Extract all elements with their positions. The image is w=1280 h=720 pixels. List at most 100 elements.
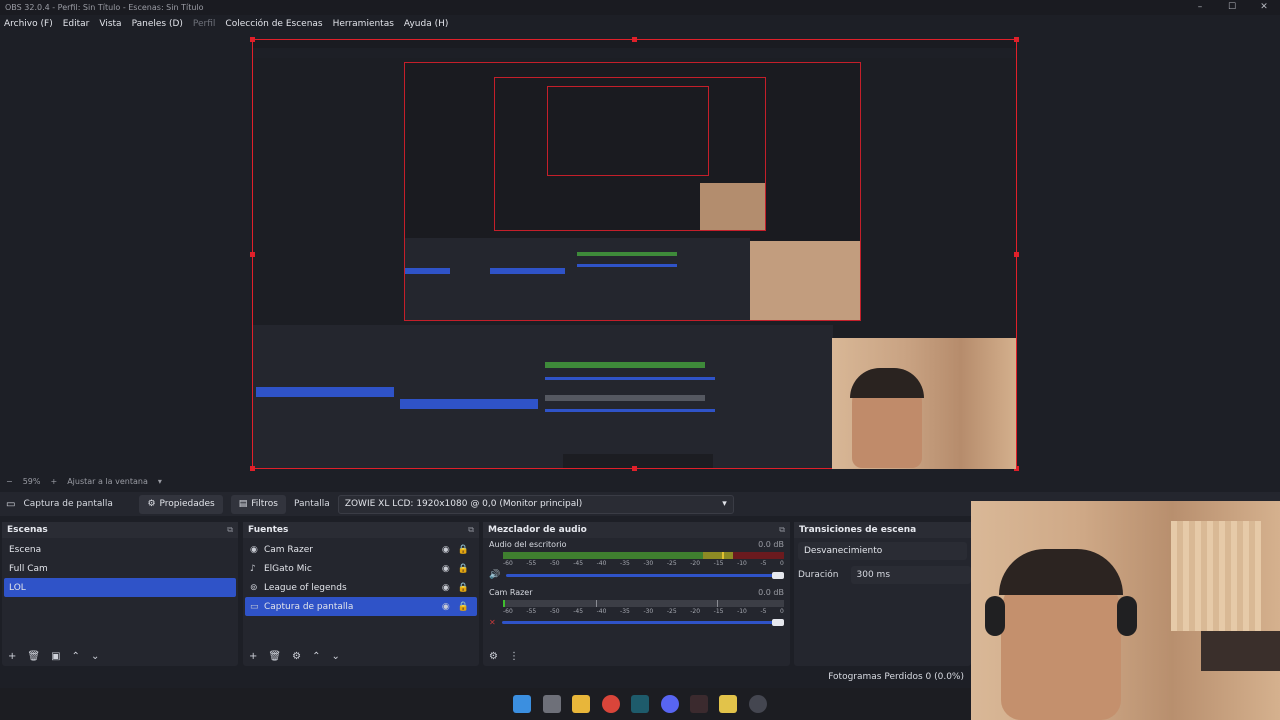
- zoom-dropdown-icon[interactable]: ▾: [158, 477, 162, 486]
- meter-ticks: -60 -55 -50 -45 -40 -35 -30 -25 -20 -15 -10 -5 0: [503, 560, 784, 567]
- nested-docks: [405, 238, 750, 320]
- mixer-header: Mezclador de audio ⧉: [483, 522, 790, 538]
- nested-taskbar: [563, 454, 713, 468]
- lock-icon[interactable]: 🔒: [458, 545, 469, 555]
- transitions-title: Transiciones de escena: [799, 525, 917, 535]
- duration-row: Duración 300 ms: [794, 566, 971, 584]
- speaker-icon[interactable]: 🔊: [489, 570, 500, 580]
- resize-handle[interactable]: [250, 37, 255, 42]
- lock-icon[interactable]: 🔒: [458, 602, 469, 612]
- menu-vista[interactable]: Vista: [99, 19, 121, 29]
- eye-icon[interactable]: ◉: [442, 583, 450, 593]
- filter-icon: ▤: [238, 499, 248, 509]
- fit-to-window-label[interactable]: Ajustar a la ventana: [67, 477, 148, 486]
- source-item-cam-razer[interactable]: ◉ Cam Razer ◉ 🔒: [245, 540, 477, 559]
- move-down-icon[interactable]: ⌄: [331, 651, 339, 662]
- move-up-icon[interactable]: ⌃: [72, 651, 80, 662]
- sources-list: ◉ Cam Razer ◉ 🔒 ♪ ElGato Mic ◉ 🔒 ⊚ League …: [243, 538, 479, 618]
- scene-label: Escena: [9, 544, 42, 555]
- discord-icon[interactable]: [661, 695, 679, 713]
- more-options-icon[interactable]: ⋮: [509, 651, 519, 662]
- windows-start-icon[interactable]: [513, 695, 531, 713]
- meter-ticks: -60 -55 -50 -45 -40 -35 -30 -25 -20 -15 -10 -5 0: [503, 608, 784, 615]
- file-explorer-icon[interactable]: [572, 695, 590, 713]
- scenes-dock: Escenas ⧉ Escena Full Cam LOL + 🗑 ▣ ⌃ ⌄: [2, 522, 238, 666]
- properties-button[interactable]: ⚙ Propiedades: [139, 494, 223, 514]
- eye-icon[interactable]: ◉: [442, 545, 450, 555]
- scene-item-full-cam[interactable]: Full Cam: [4, 559, 236, 578]
- source-item-captura-de-pantalla[interactable]: ▭ Captura de pantalla ◉ 🔒: [245, 597, 477, 616]
- nested-bottom-docks: [253, 325, 833, 468]
- gear-icon[interactable]: ⚙: [292, 651, 301, 662]
- resize-handle[interactable]: [1014, 252, 1019, 257]
- zoom-bar: − 59% + Ajustar a la ventana ▾: [0, 475, 1280, 488]
- menu-herramientas[interactable]: Herramientas: [333, 19, 394, 29]
- filters-label: Filtros: [251, 499, 278, 509]
- resize-handle[interactable]: [250, 466, 255, 471]
- zoom-out-button[interactable]: −: [6, 477, 13, 486]
- audio-mixer-dock: Mezclador de audio ⧉ Audio del escritori…: [483, 522, 790, 666]
- nested-menu-bar: [253, 48, 1016, 58]
- steam-icon[interactable]: [749, 695, 767, 713]
- sources-dock: Fuentes ⧉ ◉ Cam Razer ◉ 🔒 ♪ ElGato Mic ◉ 🔒…: [243, 522, 479, 666]
- scene-item-lol[interactable]: LOL: [4, 578, 236, 597]
- trash-icon[interactable]: 🗑: [268, 651, 281, 662]
- scene-filters-icon[interactable]: ▣: [51, 651, 60, 662]
- trash-icon[interactable]: 🗑: [27, 651, 40, 662]
- add-source-button[interactable]: +: [249, 651, 257, 662]
- dropped-frames: Fotogramas Perdidos 0 (0.0%): [828, 672, 964, 682]
- menu-coleccion-escenas[interactable]: Colección de Escenas: [225, 19, 322, 29]
- filters-button[interactable]: ▤ Filtros: [230, 494, 286, 514]
- close-button[interactable]: ✕: [1248, 0, 1280, 15]
- dock-menu-icon[interactable]: ⧉: [779, 525, 785, 535]
- chrome-icon[interactable]: [602, 695, 620, 713]
- menu-editar[interactable]: Editar: [63, 19, 90, 29]
- resize-handle[interactable]: [1014, 37, 1019, 42]
- display-label: Pantalla: [294, 499, 330, 509]
- move-up-icon[interactable]: ⌃: [312, 651, 320, 662]
- scenes-header: Escenas ⧉: [2, 522, 238, 538]
- dock-menu-icon[interactable]: ⧉: [227, 525, 233, 535]
- duration-input[interactable]: 300 ms: [850, 566, 971, 584]
- dock-menu-icon[interactable]: ⧉: [468, 525, 474, 535]
- move-down-icon[interactable]: ⌄: [91, 651, 99, 662]
- source-label: ElGato Mic: [264, 563, 312, 574]
- menu-bar: Archivo (F) Editar Vista Paneles (D) Per…: [0, 15, 1280, 33]
- transitions-header: Transiciones de escena: [794, 522, 971, 538]
- menu-archivo[interactable]: Archivo (F): [4, 19, 53, 29]
- league-launcher-icon[interactable]: [631, 695, 649, 713]
- task-view-icon[interactable]: [543, 695, 561, 713]
- volume-meter: [503, 552, 784, 559]
- muted-speaker-icon[interactable]: ✕: [489, 618, 496, 627]
- eye-icon[interactable]: ◉: [442, 602, 450, 612]
- window-title: OBS 32.0.4 - Perfil: Sin Título - Escena…: [5, 3, 204, 12]
- volume-slider[interactable]: [506, 571, 784, 579]
- channel-name: Audio del escritorio: [489, 540, 567, 549]
- resize-handle[interactable]: [632, 37, 637, 42]
- zoom-in-button[interactable]: +: [50, 477, 57, 486]
- display-value: ZOWIE XL LCD: 1920x1080 @ 0,0 (Monitor p…: [344, 499, 583, 509]
- menu-ayuda[interactable]: Ayuda (H): [404, 19, 448, 29]
- resize-handle[interactable]: [250, 252, 255, 257]
- maximize-button[interactable]: ☐: [1216, 0, 1248, 15]
- obs-icon[interactable]: [690, 695, 708, 713]
- mixer-toolbar: ⚙ ⋮: [483, 646, 790, 666]
- lock-icon[interactable]: 🔒: [458, 583, 469, 593]
- minimize-button[interactable]: –: [1184, 0, 1216, 15]
- eye-icon[interactable]: ◉: [442, 564, 450, 574]
- display-select[interactable]: ZOWIE XL LCD: 1920x1080 @ 0,0 (Monitor p…: [337, 494, 734, 514]
- resize-handle[interactable]: [632, 466, 637, 471]
- lock-icon[interactable]: 🔒: [458, 564, 469, 574]
- volume-slider[interactable]: [501, 619, 784, 626]
- menu-perfil[interactable]: Perfil: [193, 19, 216, 29]
- valorant-icon[interactable]: [719, 695, 737, 713]
- source-item-elgato-mic[interactable]: ♪ ElGato Mic ◉ 🔒: [245, 559, 477, 578]
- add-scene-button[interactable]: +: [8, 651, 16, 662]
- mixer-settings-icon[interactable]: ⚙: [489, 651, 498, 662]
- transition-select[interactable]: Desvanecimiento: [798, 542, 967, 560]
- transitions-dock: Transiciones de escena Desvanecimiento D…: [794, 522, 971, 666]
- menu-paneles[interactable]: Paneles (D): [132, 19, 183, 29]
- scenes-title: Escenas: [7, 525, 48, 535]
- scene-item-escena[interactable]: Escena: [4, 540, 236, 559]
- source-item-league-of-legends[interactable]: ⊚ League of legends ◉ 🔒: [245, 578, 477, 597]
